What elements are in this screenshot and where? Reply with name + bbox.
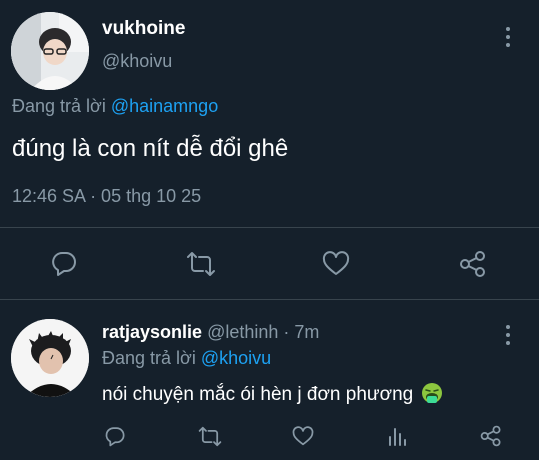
time-ago[interactable]: · 7m [283,322,319,342]
vomit-emoji-icon [421,382,443,410]
tweet-text-line: nói chuyện mắc ói hèn j đơn phương 🤮 [102,382,443,410]
share-icon[interactable] [459,250,487,278]
avatar[interactable] [11,12,89,90]
more-options-icon[interactable] [502,324,514,346]
more-options-icon[interactable] [502,26,514,48]
reply-icon[interactable] [50,249,78,277]
tweet-header: ratjaysonlie @lethinh · 7m [102,322,319,343]
divider [0,299,539,300]
timestamp[interactable]: 12:46 SA · 05 thg 10 25 [12,186,201,207]
divider [0,227,539,228]
avatar[interactable] [11,319,89,397]
retweet-icon[interactable] [198,426,222,447]
tweet-text: nói chuyện mắc ói hèn j đơn phương [102,384,414,405]
reply-context: Đang trả lời @khoivu [102,348,271,369]
handle[interactable]: @khoivu [102,51,172,72]
reply-to-link[interactable]: @khoivu [201,348,271,368]
reply-to-link[interactable]: @hainamngo [111,96,218,116]
heart-icon[interactable] [292,426,314,447]
reply-icon[interactable] [104,425,126,447]
retweet-icon[interactable] [186,251,216,277]
tweet-text: đúng là con nít dễ đổi ghê [12,135,289,162]
handle[interactable]: @lethinh [207,322,278,342]
avatar-photo [11,12,89,90]
reply-prefix: Đang trả lời [102,348,196,368]
display-name[interactable]: vukhoine [102,18,185,40]
heart-icon[interactable] [322,251,350,277]
display-name[interactable]: ratjaysonlie [102,322,202,342]
share-icon[interactable] [480,425,502,447]
reply-context: Đang trả lời @hainamngo [12,96,218,117]
analytics-icon[interactable] [387,425,409,447]
avatar-photo [11,319,89,397]
reply-prefix: Đang trả lời [12,96,106,116]
